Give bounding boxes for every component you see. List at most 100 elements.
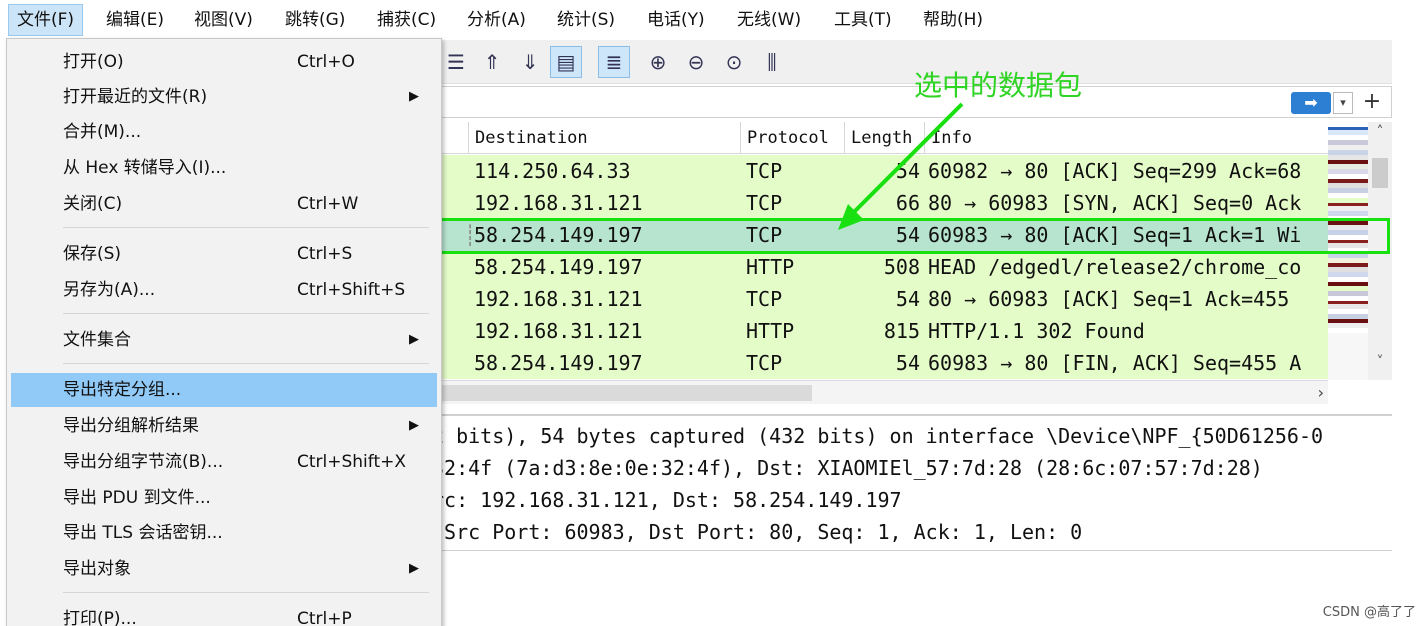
menu-item-open[interactable]: 打开(O) Ctrl+O xyxy=(11,45,437,79)
menu-file[interactable]: 文件(F) xyxy=(8,4,84,36)
cell-protocol: TCP xyxy=(746,191,783,215)
menu-view[interactable]: 视图(V) xyxy=(186,4,261,36)
cell-destination: 58.254.149.197 xyxy=(474,351,643,375)
vertical-scroll-thumb[interactable] xyxy=(1372,158,1388,188)
file-menu-dropdown: 打开(O) Ctrl+O 打开最近的文件(R) ▶ 合并(M)... 从 Hex… xyxy=(6,38,442,626)
column-destination[interactable]: Destination xyxy=(468,122,740,154)
column-length[interactable]: Length xyxy=(844,122,924,154)
menu-item-import-hex[interactable]: 从 Hex 转储导入(I)... xyxy=(11,151,437,185)
detail-ethernet-line[interactable]: 32:4f (7a:d3:8e:0e:32:4f), Dst: XIAOMIEl… xyxy=(432,452,1263,484)
menu-item-label: 关闭(C) xyxy=(63,194,123,214)
menu-item-export-dissections[interactable]: 导出分组解析结果 ▶ xyxy=(11,409,437,443)
cell-destination: 192.168.31.121 xyxy=(474,287,643,311)
filter-dropdown-icon[interactable]: ▾ xyxy=(1333,92,1353,114)
menu-tools[interactable]: 工具(T) xyxy=(826,4,900,36)
menu-item-label: 打印(P)... xyxy=(63,609,137,626)
cell-protocol: TCP xyxy=(746,287,783,311)
cell-info: HEAD /edgedl/release2/chrome_co xyxy=(928,255,1302,279)
menu-item-open-recent[interactable]: 打开最近的文件(R) ▶ xyxy=(11,80,437,114)
packet-row[interactable]: 114.250.64.33 TCP 54 60982 → 80 [ACK] Se… xyxy=(440,155,1328,187)
go-last-icon[interactable]: ⇓ xyxy=(514,46,546,78)
menu-item-merge[interactable]: 合并(M)... xyxy=(11,115,437,149)
cell-length: 815 xyxy=(883,319,920,343)
horizontal-scrollbar[interactable]: › xyxy=(440,380,1328,404)
colorize-icon[interactable]: ≣ xyxy=(598,46,630,78)
cell-info: HTTP/1.1 302 Found xyxy=(928,319,1145,343)
menu-item-file-set[interactable]: 文件集合 ▶ xyxy=(11,323,437,357)
menu-statistics[interactable]: 统计(S) xyxy=(549,4,623,36)
apply-filter-arrow-icon[interactable]: ➡ xyxy=(1291,92,1331,114)
menu-item-save[interactable]: 保存(S) Ctrl+S xyxy=(11,237,437,271)
zoom-in-icon[interactable]: ⊕ xyxy=(642,46,674,78)
watermark: CSDN @高了了 xyxy=(1322,605,1416,620)
packet-row[interactable]: 58.254.149.197 HTTP 508 HEAD /edgedl/rel… xyxy=(440,251,1328,283)
list-icon[interactable]: ☰ xyxy=(440,46,472,78)
packet-row[interactable]: 192.168.31.121 TCP 66 80 → 60983 [SYN, A… xyxy=(440,187,1328,219)
column-protocol[interactable]: Protocol xyxy=(740,122,844,154)
menu-edit[interactable]: 编辑(E) xyxy=(98,4,172,36)
cell-info: 60983 → 80 [FIN, ACK] Seq=455 A xyxy=(928,351,1302,375)
resize-columns-icon[interactable]: ⫼ xyxy=(756,46,788,78)
packet-row[interactable]: 58.254.149.197 TCP 54 60983 → 80 [FIN, A… xyxy=(440,347,1328,379)
menu-item-shortcut: Ctrl+W xyxy=(297,194,359,214)
menu-item-save-as[interactable]: 另存为(A)... Ctrl+Shift+S xyxy=(11,273,437,307)
detail-tcp-line[interactable]: Src Port: 60983, Dst Port: 80, Seq: 1, A… xyxy=(432,516,1082,548)
zoom-out-icon[interactable]: ⊖ xyxy=(680,46,712,78)
horizontal-scroll-thumb[interactable] xyxy=(440,385,812,401)
menu-item-label: 导出 TLS 会话密钥... xyxy=(63,523,223,543)
menu-item-shortcut: Ctrl+Shift+S xyxy=(297,280,406,300)
submenu-arrow-icon: ▶ xyxy=(409,561,419,576)
menu-go[interactable]: 跳转(G) xyxy=(277,4,353,36)
menu-item-shortcut: Ctrl+O xyxy=(297,52,355,72)
cell-info: 80 → 60983 [ACK] Seq=1 Ack=455 xyxy=(928,287,1290,311)
go-first-icon[interactable]: ⇑ xyxy=(476,46,508,78)
menu-item-export-specified-packets[interactable]: 导出特定分组... xyxy=(11,373,437,407)
menu-bar: 文件(F) 编辑(E) 视图(V) 跳转(G) 捕获(C) 分析(A) 统计(S… xyxy=(0,0,1428,40)
cell-destination: 192.168.31.121 xyxy=(474,191,643,215)
autoscroll-icon[interactable]: ▤ xyxy=(550,46,582,78)
pane-divider xyxy=(440,550,1392,551)
menu-item-shortcut: Ctrl+P xyxy=(297,609,352,626)
cell-length: 54 xyxy=(895,159,920,183)
submenu-arrow-icon: ▶ xyxy=(409,332,419,347)
menu-telephony[interactable]: 电话(Y) xyxy=(639,4,713,36)
selected-packet-highlight-box xyxy=(432,218,1390,254)
packet-details-pane: 2 bits), 54 bytes captured (432 bits) on… xyxy=(432,414,1392,550)
add-filter-button[interactable]: + xyxy=(1361,89,1383,115)
column-info[interactable]: Info xyxy=(924,122,1328,154)
packet-list: Destination Protocol Length Info 114.250… xyxy=(440,122,1392,422)
menu-item-export-packet-bytes[interactable]: 导出分组字节流(B)... Ctrl+Shift+X xyxy=(11,445,437,479)
scroll-down-icon[interactable]: ˅ xyxy=(1368,354,1392,370)
scroll-up-icon[interactable]: ˄ xyxy=(1368,124,1392,140)
detail-frame-line[interactable]: 2 bits), 54 bytes captured (432 bits) on… xyxy=(432,420,1323,452)
menu-item-label: 导出分组字节流(B)... xyxy=(63,452,224,472)
menu-item-export-tls-keys[interactable]: 导出 TLS 会话密钥... xyxy=(11,516,437,550)
annotation-label: 选中的数据包 xyxy=(914,69,1083,102)
detail-ip-line[interactable]: rc: 192.168.31.121, Dst: 58.254.149.197 xyxy=(432,484,902,516)
menu-capture[interactable]: 捕获(C) xyxy=(369,4,444,36)
cell-protocol: TCP xyxy=(746,351,783,375)
menu-item-label: 从 Hex 转储导入(I)... xyxy=(63,158,227,178)
packet-row[interactable]: 192.168.31.121 TCP 54 80 → 60983 [ACK] S… xyxy=(440,283,1328,315)
menu-item-shortcut: Ctrl+S xyxy=(297,244,353,264)
menu-item-export-pdus[interactable]: 导出 PDU 到文件... xyxy=(11,481,437,515)
cell-protocol: HTTP xyxy=(746,319,795,343)
cell-protocol: TCP xyxy=(746,159,783,183)
menu-item-label: 打开最近的文件(R) xyxy=(63,87,208,107)
packet-list-header: Destination Protocol Length Info xyxy=(440,122,1328,154)
cell-length: 508 xyxy=(883,255,920,279)
menu-separator xyxy=(63,313,429,314)
menu-item-export-objects[interactable]: 导出对象 ▶ xyxy=(11,552,437,586)
packet-row[interactable]: 192.168.31.121 HTTP 815 HTTP/1.1 302 Fou… xyxy=(440,315,1328,347)
menu-help[interactable]: 帮助(H) xyxy=(915,4,991,36)
scroll-right-icon[interactable]: › xyxy=(1318,381,1324,405)
menu-item-label: 导出特定分组... xyxy=(63,380,182,400)
menu-item-close[interactable]: 关闭(C) Ctrl+W xyxy=(11,187,437,221)
menu-item-shortcut: Ctrl+Shift+X xyxy=(297,452,407,472)
menu-item-print[interactable]: 打印(P)... Ctrl+P xyxy=(11,602,437,626)
menu-item-label: 文件集合 xyxy=(63,330,131,350)
menu-wireless[interactable]: 无线(W) xyxy=(729,4,809,36)
zoom-reset-icon[interactable]: ⊙ xyxy=(718,46,750,78)
menu-item-label: 打开(O) xyxy=(63,52,124,72)
menu-analyze[interactable]: 分析(A) xyxy=(459,4,534,36)
